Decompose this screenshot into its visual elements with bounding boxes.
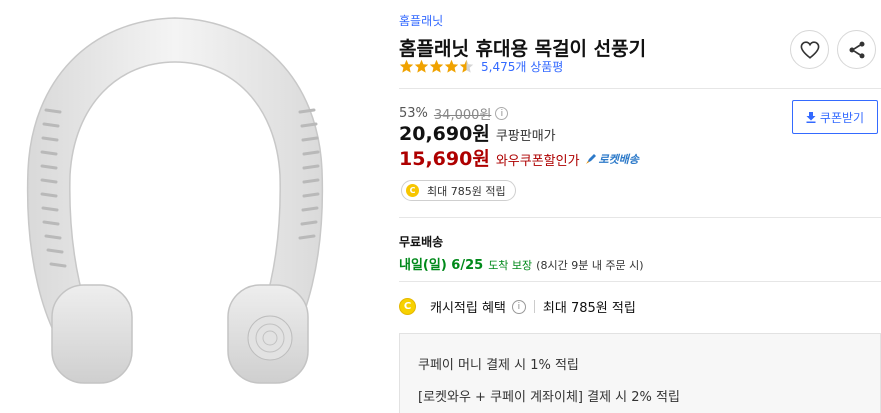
star-icon (444, 59, 459, 73)
info-icon[interactable]: i (511, 299, 526, 314)
benefit-detail-line: [로켓와우 + 쿠페이 계좌이체] 결제 시 2% 적립 (418, 390, 680, 405)
star-icon (399, 59, 414, 73)
separator (533, 300, 535, 313)
get-coupon-button[interactable]: 쿠폰받기 (792, 100, 878, 134)
delivery-guarantee: 도착 보장 (488, 259, 533, 272)
cash-coin-icon: C (399, 298, 416, 315)
sale-price: 20,690원 (399, 123, 490, 145)
cash-benefit-label: 캐시적립 혜택 (430, 301, 506, 316)
reward-label: 최대 785원 적립 (427, 184, 506, 198)
star-icon (429, 59, 444, 73)
sale-price-row: 20,690원 쿠팡판매가 (399, 119, 556, 146)
heart-icon (800, 40, 819, 59)
neck-fan-image (26, 17, 324, 384)
shipping-title: 무료배송 (399, 235, 444, 249)
divider (399, 88, 881, 89)
delivery-row: 내일(일) 6/25 도착 보장 (8시간 9분 내 주문 시) (399, 254, 644, 273)
cash-benefit-details: 쿠페이 머니 결제 시 1% 적립 [로켓와우 + 쿠페이 계좌이체] 결제 시… (399, 333, 881, 413)
star-icon (414, 59, 429, 73)
rocket-delivery-label: 로켓배송 (598, 153, 640, 166)
coupon-price-row: 15,690원 와우쿠폰할인가 로켓배송 (399, 144, 639, 171)
benefit-detail-line: 쿠페이 머니 결제 시 1% 적립 (418, 358, 579, 373)
divider (399, 217, 881, 218)
cash-benefit-row: C 캐시적립 혜택 i 최대 785원 적립 (399, 297, 636, 316)
rating-stars (399, 59, 474, 74)
share-button[interactable] (837, 30, 876, 69)
wishlist-button[interactable] (790, 30, 829, 69)
delivery-date: 내일(일) 6/25 (399, 258, 484, 273)
download-icon (806, 111, 816, 123)
delivery-note: (8시간 9분 내 주문 시) (536, 259, 644, 272)
share-icon (849, 41, 864, 58)
rocket-icon (585, 154, 596, 164)
divider (399, 281, 881, 282)
rating-row[interactable]: 5,475개 상품평 (399, 57, 563, 75)
cash-coin-icon: C (406, 184, 419, 197)
coupon-price: 15,690원 (399, 148, 490, 170)
brand-link[interactable]: 홈플래닛 (399, 12, 443, 29)
review-count-link[interactable]: 5,475개 상품평 (481, 58, 563, 75)
star-icon (459, 59, 474, 73)
reward-badge: C 최대 785원 적립 (401, 180, 516, 201)
coupon-price-label: 와우쿠폰할인가 (495, 154, 580, 169)
product-image[interactable] (0, 0, 360, 413)
sale-price-label: 쿠팡판매가 (495, 129, 556, 144)
rocket-delivery-badge: 로켓배송 (585, 151, 639, 167)
cash-benefit-max: 최대 785원 적립 (542, 301, 636, 316)
get-coupon-label: 쿠폰받기 (819, 110, 865, 125)
